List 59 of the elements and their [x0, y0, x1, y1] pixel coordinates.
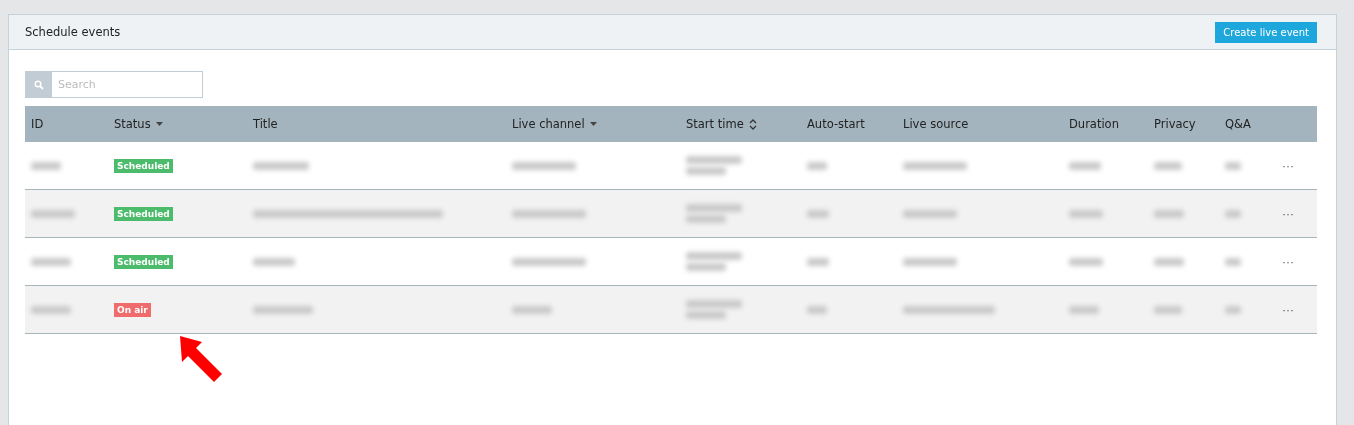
- column-header[interactable]: Duration: [1069, 117, 1119, 131]
- blurred-text: [1069, 161, 1101, 170]
- blurred-text: [807, 161, 827, 170]
- blurred-text: [31, 257, 71, 266]
- blurred-text: [686, 311, 726, 319]
- column-header[interactable]: Title: [253, 117, 278, 131]
- blurred-text: [1225, 257, 1241, 266]
- blurred-text: [807, 305, 827, 314]
- blurred-text: [1225, 161, 1241, 170]
- blurred-text: [1154, 257, 1184, 266]
- arrow-annotation: [178, 334, 224, 384]
- blurred-text: [903, 257, 957, 266]
- blurred-text: [1069, 305, 1099, 314]
- column-header[interactable]: Start time: [686, 117, 744, 131]
- status-badge: On air: [114, 302, 151, 317]
- blurred-text: [1154, 305, 1182, 314]
- blurred-text: [31, 305, 71, 314]
- blurred-text: [512, 305, 552, 314]
- search-field[interactable]: Search: [52, 71, 203, 98]
- blurred-text: [1069, 257, 1103, 266]
- blurred-text: [1069, 209, 1103, 218]
- blurred-text: [686, 300, 742, 308]
- status-badge: Scheduled: [114, 254, 173, 269]
- blurred-text: [1154, 209, 1184, 218]
- blurred-text: [31, 209, 75, 218]
- column-header[interactable]: Live source: [903, 117, 969, 131]
- blurred-text: [686, 156, 742, 164]
- column-header[interactable]: Live channel: [512, 117, 585, 131]
- blurred-text: [31, 161, 61, 170]
- blurred-text: [253, 257, 295, 266]
- blurred-text: [253, 161, 309, 170]
- blurred-text: [686, 167, 726, 175]
- status-badge: Scheduled: [114, 206, 173, 221]
- blurred-text: [253, 305, 313, 314]
- blurred-text: [686, 204, 742, 212]
- column-header[interactable]: Q&A: [1225, 117, 1251, 131]
- blurred-text: [1225, 305, 1241, 314]
- column-header[interactable]: Privacy: [1154, 117, 1196, 131]
- column-header[interactable]: Status: [114, 117, 151, 131]
- more-button[interactable]: ···: [1278, 206, 1298, 221]
- blurred-text: [686, 252, 742, 260]
- search-button[interactable]: [25, 71, 52, 98]
- status-badge: Scheduled: [114, 158, 173, 173]
- more-button[interactable]: ···: [1278, 158, 1298, 173]
- blurred-text: [903, 209, 957, 218]
- search-icon: [33, 79, 44, 90]
- column-header[interactable]: ID: [31, 117, 44, 131]
- blurred-text: [512, 161, 576, 170]
- blurred-text: [686, 263, 726, 271]
- blurred-text: [807, 257, 829, 266]
- panel-title: Schedule events: [25, 25, 121, 39]
- more-button[interactable]: ···: [1278, 302, 1298, 317]
- blurred-text: [686, 215, 726, 223]
- blurred-text: [1154, 161, 1182, 170]
- blurred-text: [807, 209, 829, 218]
- blurred-text: [903, 161, 967, 170]
- column-header[interactable]: Auto-start: [807, 117, 865, 131]
- more-button[interactable]: ···: [1278, 254, 1298, 269]
- blurred-text: [1225, 209, 1241, 218]
